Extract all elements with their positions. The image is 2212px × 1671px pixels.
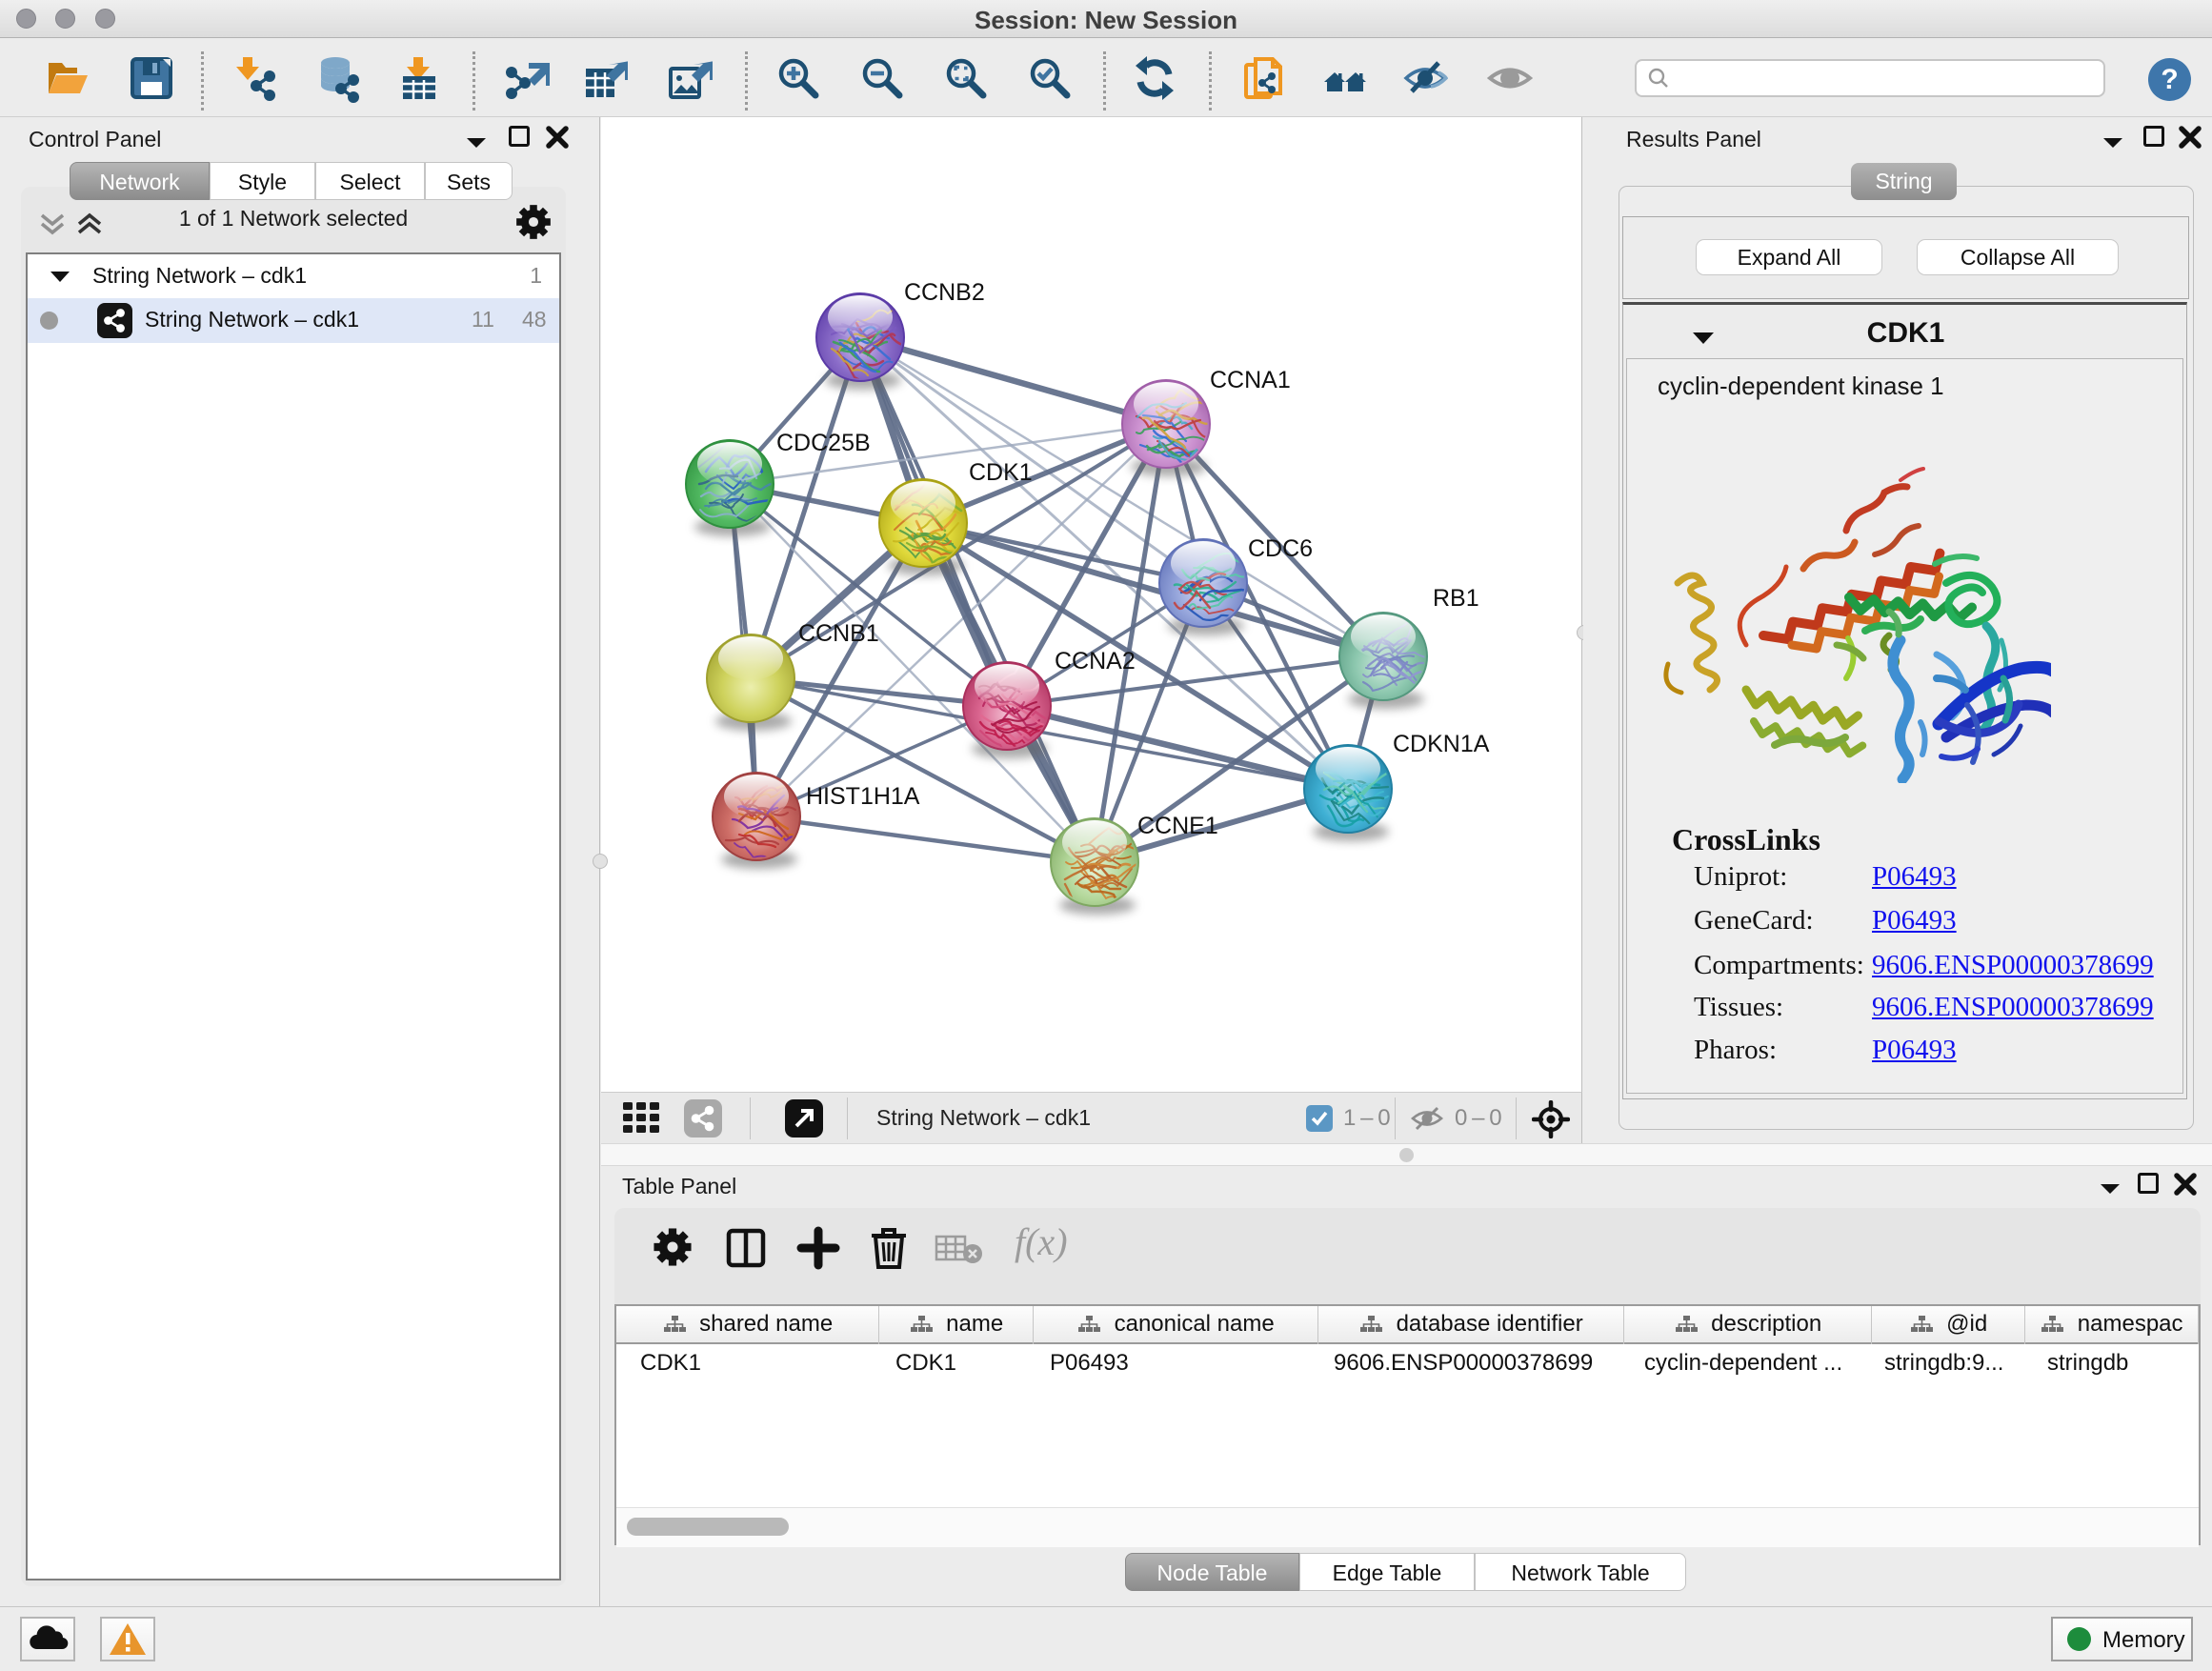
svg-text:HIST1H1A: HIST1H1A [806, 783, 920, 810]
svg-text:CCNB1: CCNB1 [798, 620, 879, 647]
svg-text:CCNE1: CCNE1 [1137, 813, 1218, 839]
svg-text:CCNB2: CCNB2 [904, 279, 985, 306]
svg-text:CDC6: CDC6 [1248, 535, 1313, 562]
svg-text:CDK1: CDK1 [969, 459, 1033, 486]
svg-text:CCNA1: CCNA1 [1210, 367, 1291, 393]
svg-text:CDC25B: CDC25B [776, 430, 871, 456]
svg-text:RB1: RB1 [1433, 585, 1479, 612]
svg-text:CDKN1A: CDKN1A [1393, 731, 1490, 757]
svg-text:CCNA2: CCNA2 [1055, 648, 1136, 674]
